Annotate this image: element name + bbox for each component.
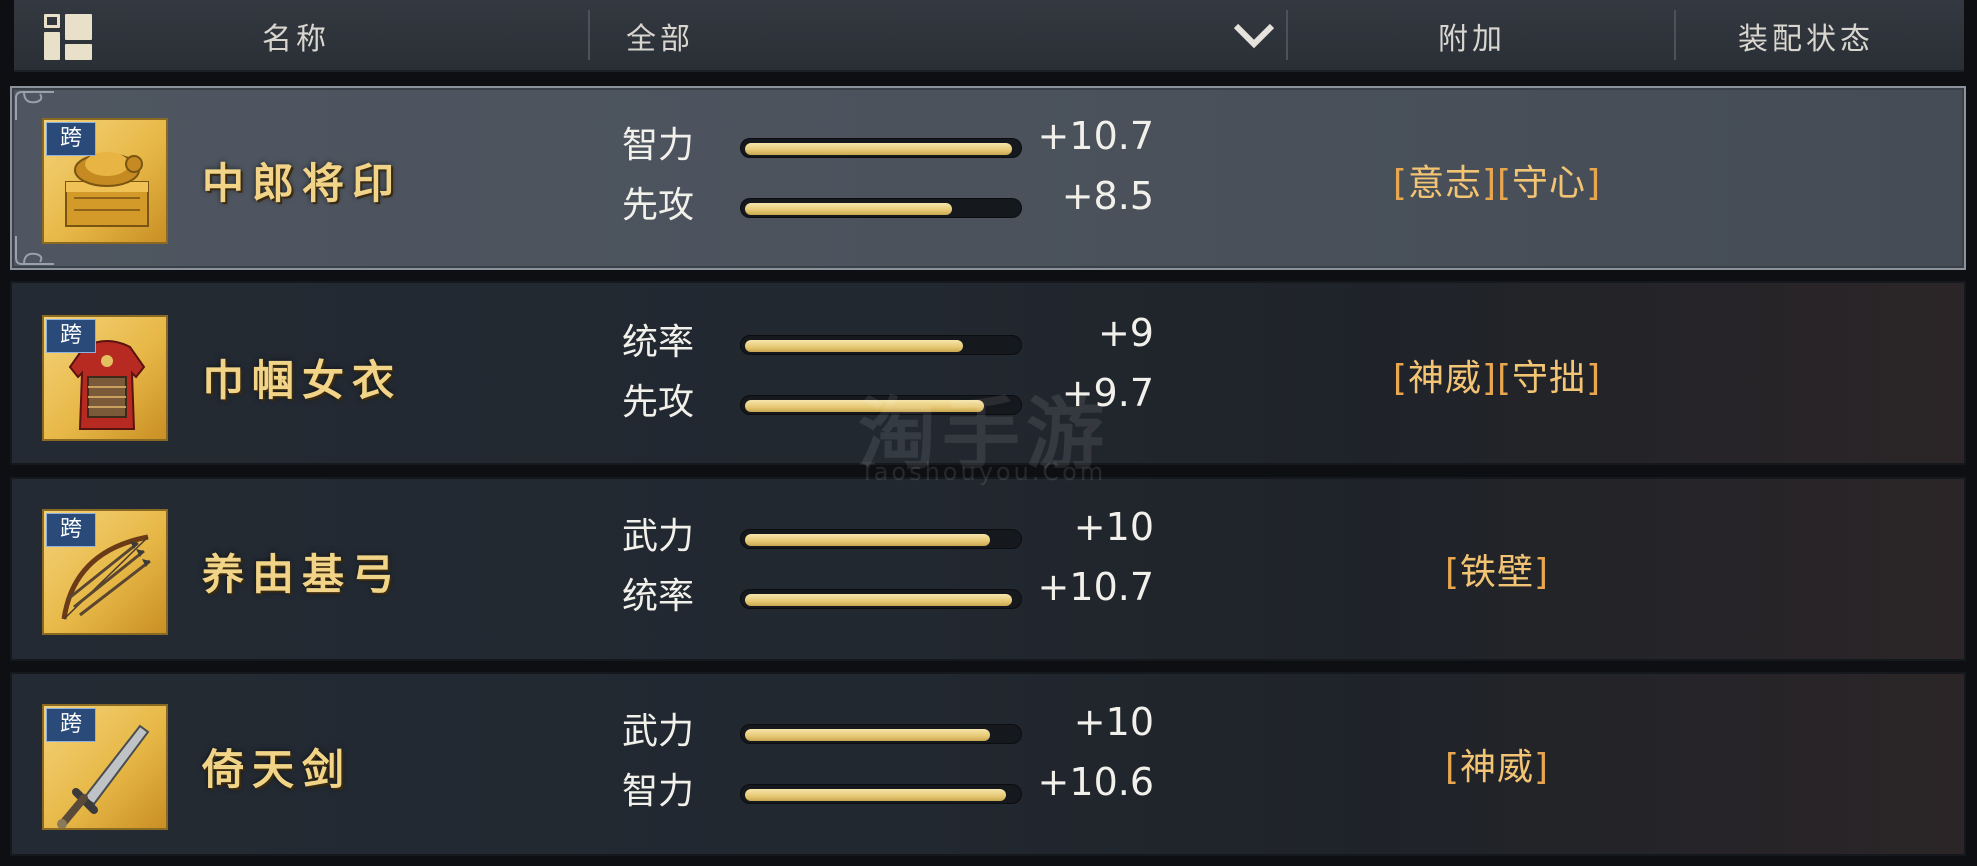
item-name: 巾帼女衣 <box>202 356 403 405</box>
extra-effect-tag: 守拙 <box>1512 358 1587 399</box>
extra-effect-tag: 意志 <box>1407 163 1482 204</box>
stat-bar <box>740 335 1022 355</box>
list-item[interactable]: 跨 养由基弓 武力 +10 统率 +10.7 [铁壁] <box>10 477 1966 661</box>
item-name: 中郎将印 <box>202 159 403 208</box>
stat-bar <box>740 198 1022 218</box>
bracket: ] <box>1586 163 1602 204</box>
extra-effects: [神威] <box>1252 738 1742 790</box>
bracket: ] <box>1534 552 1550 593</box>
watermark-url: Taoshouyou.Com <box>860 458 1107 486</box>
stat-value: +8.5 <box>1061 174 1154 218</box>
chevron-down-icon[interactable] <box>1232 18 1276 50</box>
stat-value: +10 <box>1073 700 1154 744</box>
bracket: [ <box>1444 552 1460 593</box>
stat-label: 智力 <box>622 771 695 812</box>
bracket: [ <box>1497 163 1513 204</box>
extra-effect-tag: 神威 <box>1407 358 1482 399</box>
list-item[interactable]: 跨 中郎将印 智力 +10.7 先攻 +8.5 [意志][守心] <box>10 86 1966 270</box>
header-divider <box>1286 10 1288 60</box>
stat-bar <box>740 529 1022 549</box>
stat-value: +10 <box>1073 505 1154 549</box>
sword-icon: 跨 <box>42 704 168 830</box>
list-header: 名称 全部 附加 装配状态 <box>14 0 1964 72</box>
stat-value: +10.7 <box>1037 114 1154 158</box>
bracket: ] <box>1586 358 1602 399</box>
stat-value: +10.7 <box>1037 565 1154 609</box>
stat-label: 武力 <box>622 516 695 557</box>
extra-effects: [神威][守拙] <box>1252 349 1742 401</box>
stat-label: 智力 <box>622 125 695 166</box>
armor-robe-icon: 跨 <box>42 315 168 441</box>
cross-server-badge: 跨 <box>46 708 96 742</box>
stat-label: 先攻 <box>622 382 695 423</box>
column-header-name[interactable]: 名称 <box>262 14 330 58</box>
bracket: ] <box>1481 163 1497 204</box>
column-header-extra[interactable]: 附加 <box>1438 14 1506 58</box>
bracket: ] <box>1481 358 1497 399</box>
stat-label: 统率 <box>622 576 695 617</box>
bracket: ] <box>1534 747 1550 788</box>
stat-bar <box>740 724 1022 744</box>
bracket: [ <box>1392 358 1408 399</box>
bracket: [ <box>1444 747 1460 788</box>
stat-label: 统率 <box>622 322 695 363</box>
stat-bar <box>740 589 1022 609</box>
header-divider <box>1674 10 1676 60</box>
item-name: 倚天剑 <box>202 745 353 794</box>
cross-server-badge: 跨 <box>46 319 96 353</box>
extra-effects: [意志][守心] <box>1252 154 1742 206</box>
item-name: 养由基弓 <box>202 550 403 599</box>
cross-server-badge: 跨 <box>46 513 96 547</box>
bracket: [ <box>1392 163 1408 204</box>
golden-seal-icon: 跨 <box>42 118 168 244</box>
stat-bar <box>740 784 1022 804</box>
bracket: [ <box>1497 358 1513 399</box>
extra-effects: [铁壁] <box>1252 543 1742 595</box>
extra-effect-tag: 神威 <box>1459 747 1534 788</box>
layout-toggle-icon[interactable] <box>44 14 92 60</box>
stat-bar <box>740 138 1022 158</box>
cross-server-badge: 跨 <box>46 122 96 156</box>
list-item[interactable]: 跨 倚天剑 武力 +10 智力 +10.6 [神威] <box>10 672 1966 856</box>
extra-effect-tag: 铁壁 <box>1459 552 1534 593</box>
extra-effect-tag: 守心 <box>1512 163 1587 204</box>
stat-label: 先攻 <box>622 185 695 226</box>
stat-value: +10.6 <box>1037 760 1154 804</box>
header-divider <box>588 10 590 60</box>
column-header-equip-status[interactable]: 装配状态 <box>1738 14 1874 58</box>
bow-arrows-icon: 跨 <box>42 509 168 635</box>
filter-dropdown-value[interactable]: 全部 <box>626 14 694 58</box>
stat-label: 武力 <box>622 711 695 752</box>
stat-value: +9 <box>1097 311 1154 355</box>
